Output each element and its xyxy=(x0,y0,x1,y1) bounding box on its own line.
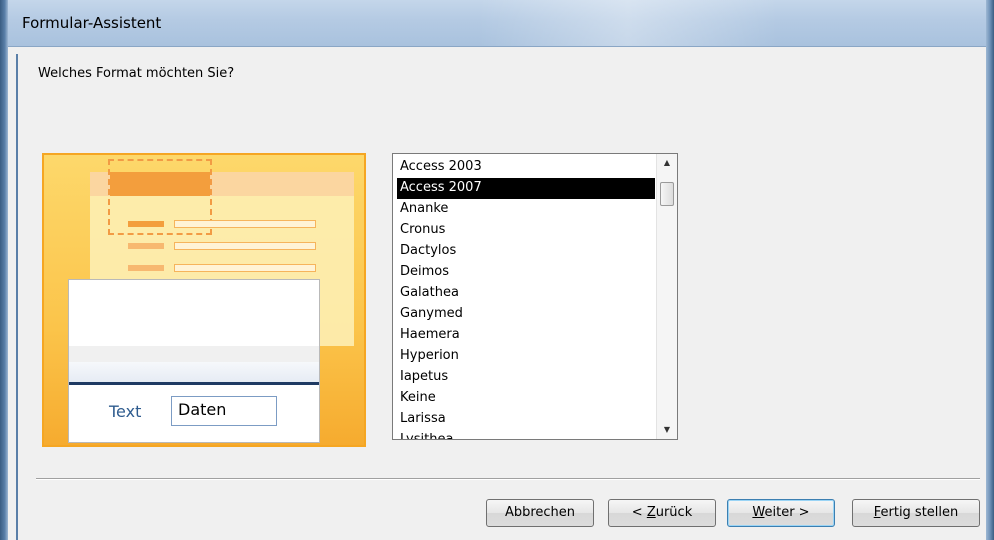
list-item-selected[interactable]: Access 2007 xyxy=(397,178,655,199)
next-button[interactable]: Weiter > xyxy=(727,499,835,527)
cancel-button[interactable]: Abbrechen xyxy=(486,499,594,527)
scroll-down-arrow-icon[interactable]: ▼ xyxy=(657,421,677,439)
back-button[interactable]: < Zurück xyxy=(608,499,716,527)
preview-field-bar xyxy=(174,264,316,272)
preview-band xyxy=(69,362,319,382)
preview-label-bar xyxy=(128,265,164,271)
client-frame xyxy=(16,54,18,540)
format-prompt: Welches Format möchten Sie? xyxy=(38,66,235,81)
footer-separator xyxy=(36,478,980,480)
next-button-mnemonic: W xyxy=(752,505,765,520)
back-button-label: urück xyxy=(655,505,693,520)
list-item[interactable]: Ananke xyxy=(397,199,655,220)
list-item[interactable]: Hyperion xyxy=(397,346,655,367)
list-scrollbar[interactable]: ▲ ▼ xyxy=(656,154,677,439)
finish-button-mnemonic: F xyxy=(873,505,881,520)
preview-field-bar xyxy=(174,242,316,250)
list-item[interactable]: Deimos xyxy=(397,262,655,283)
preview-field-bar xyxy=(174,220,316,228)
finish-button-label: ertig stellen xyxy=(880,505,959,520)
window-title: Formular-Assistent xyxy=(22,14,162,32)
list-item[interactable]: Larissa xyxy=(397,409,655,430)
preview-label-bar xyxy=(128,221,164,227)
window-frame-right xyxy=(986,0,994,540)
cancel-button-label: Abbrechen xyxy=(504,505,576,520)
list-item[interactable]: Iapetus xyxy=(397,367,655,388)
style-listbox[interactable]: Access 2003 Access 2007 Ananke Cronus Da… xyxy=(392,153,678,440)
list-item[interactable]: Cronus xyxy=(397,220,655,241)
preview-divider xyxy=(69,382,319,385)
list-item[interactable]: Keine xyxy=(397,388,655,409)
window-frame-left xyxy=(0,0,8,540)
next-button-label: eiter > xyxy=(764,505,810,520)
preview-label-text: Text xyxy=(109,402,142,421)
preview-label-bar xyxy=(128,243,164,249)
list-item[interactable]: Lysithea xyxy=(397,430,655,439)
back-button-mnemonic: Z xyxy=(646,505,656,520)
list-item[interactable]: Haemera xyxy=(397,325,655,346)
back-button-prefix: < xyxy=(631,505,647,520)
list-item[interactable]: Access 2003 xyxy=(397,157,655,178)
format-preview: Text Daten xyxy=(42,153,366,447)
list-item[interactable]: Dactylos xyxy=(397,241,655,262)
preview-front-form: Text Daten xyxy=(68,279,320,443)
scroll-thumb[interactable] xyxy=(660,182,674,206)
preview-band xyxy=(69,346,319,362)
title-bar[interactable]: Formular-Assistent xyxy=(8,0,986,47)
scroll-up-arrow-icon[interactable]: ▲ xyxy=(657,154,677,172)
list-item[interactable]: Galathea xyxy=(397,283,655,304)
preview-field-box: Daten xyxy=(171,396,277,426)
finish-button[interactable]: Fertig stellen xyxy=(852,499,980,527)
list-item[interactable]: Ganymed xyxy=(397,304,655,325)
